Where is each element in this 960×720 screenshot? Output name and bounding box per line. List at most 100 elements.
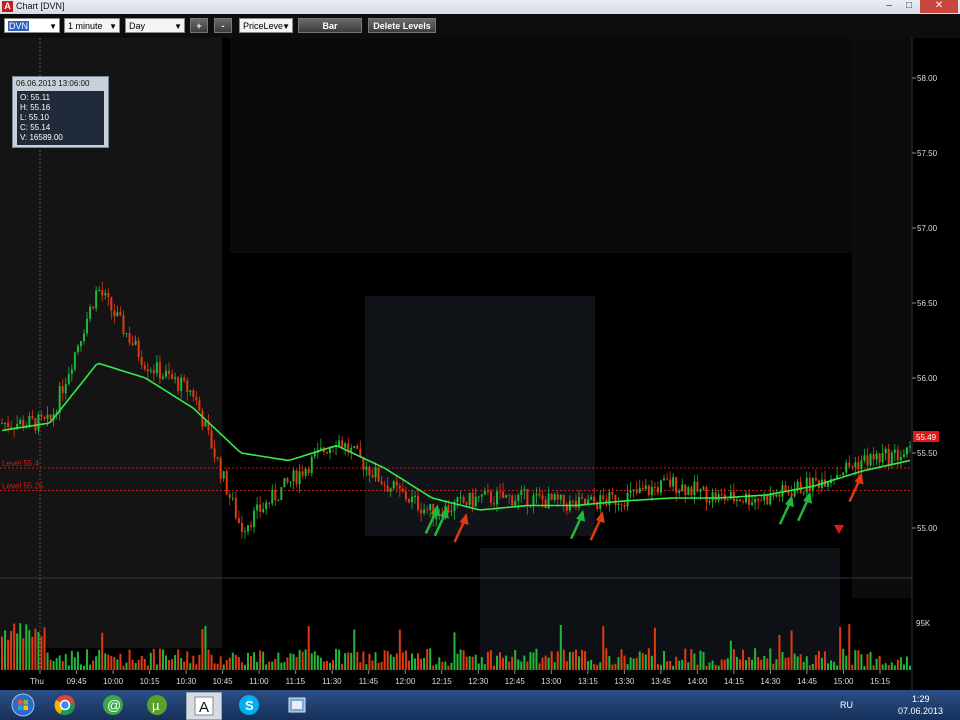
time-tick-label: 10:45: [213, 677, 234, 686]
volume-bar: [909, 665, 911, 670]
svg-text:S: S: [245, 698, 254, 713]
chart-area[interactable]: 58.00 57.50 57.00 56.50 56.00 55.50 55.00 Leve…: [0, 38, 960, 690]
skype-taskbar-button[interactable]: S: [232, 692, 266, 718]
interval-select[interactable]: 1 minute ▼: [64, 18, 120, 33]
volume-bar: [699, 650, 702, 670]
candle-body: [544, 499, 547, 509]
candle-body: [216, 457, 219, 459]
volume-bar: [890, 662, 893, 670]
candle-body: [174, 377, 177, 379]
volume-bar: [122, 665, 125, 670]
files-taskbar-button[interactable]: [280, 692, 314, 718]
last-price-label: 55.49: [916, 433, 937, 442]
volume-bar: [732, 649, 735, 670]
volume-bar: [365, 664, 368, 670]
volume-bar: [778, 635, 781, 670]
volume-bar: [453, 632, 456, 670]
volume-bar: [851, 664, 854, 670]
candle-body: [508, 495, 511, 497]
volume-bar: [183, 661, 186, 670]
volume-bar: [1, 636, 3, 670]
volume-bar: [672, 665, 675, 670]
volume-bar: [259, 650, 262, 670]
volume-bar: [690, 649, 693, 670]
candle-body: [477, 496, 480, 498]
volume-bar: [377, 662, 380, 670]
volume-bar: [696, 664, 699, 670]
price-chart[interactable]: 58.00 57.50 57.00 56.50 56.00 55.50 55.00 Leve…: [0, 38, 960, 690]
minimize-button[interactable]: –: [880, 0, 898, 13]
volume-bar: [884, 663, 887, 670]
volume-bar: [611, 664, 614, 670]
volume-bar: [10, 630, 13, 670]
candle-body: [389, 488, 392, 492]
candle-body: [250, 525, 253, 527]
volume-bar: [201, 628, 204, 670]
volume-bar: [678, 660, 681, 670]
volume-bar: [225, 660, 228, 670]
candle-body: [814, 477, 817, 481]
candle-body: [896, 449, 899, 461]
candle-body: [107, 293, 110, 298]
candle-body: [256, 504, 259, 511]
volume-bar: [137, 660, 140, 670]
bar-type-button[interactable]: Bar: [298, 18, 362, 33]
candle-body: [237, 518, 240, 523]
time-tick-label: 12:30: [468, 677, 489, 686]
a-app-taskbar-button[interactable]: A: [186, 692, 222, 720]
candle-body: [319, 447, 322, 450]
candle-body: [893, 449, 896, 453]
candle-body: [37, 414, 40, 431]
at-taskbar-button[interactable]: @: [96, 692, 130, 718]
utorrent-taskbar-button[interactable]: µ: [140, 692, 174, 718]
maximize-button[interactable]: □: [900, 0, 918, 13]
delete-levels-button[interactable]: Delete Levels: [368, 18, 436, 33]
volume-bar: [262, 651, 265, 670]
volume-bar: [140, 656, 143, 670]
start-button[interactable]: [6, 692, 40, 718]
candle-body: [76, 346, 79, 353]
volume-bar: [389, 654, 392, 670]
range-select[interactable]: Day ▼: [125, 18, 185, 33]
candle-body: [104, 293, 107, 296]
candle-body: [304, 469, 307, 476]
clock-time[interactable]: 1:29: [912, 694, 930, 704]
time-tick-label: 11:00: [249, 677, 269, 686]
candle-body: [110, 297, 113, 311]
candle-body: [116, 312, 119, 317]
volume-bar: [729, 640, 732, 670]
candle-body: [417, 495, 420, 510]
candle-body: [489, 491, 492, 503]
volume-bar: [775, 659, 778, 670]
volume-bar: [854, 650, 857, 670]
candle-body: [556, 494, 559, 500]
candle-body: [581, 497, 584, 499]
volume-bar: [344, 653, 347, 670]
candle-body: [699, 489, 702, 492]
candle-body: [140, 356, 143, 366]
volume-bar: [213, 663, 216, 670]
volume-bar: [383, 650, 386, 670]
language-indicator[interactable]: RU: [840, 700, 853, 710]
clock-date[interactable]: 07.06.2013: [898, 706, 943, 716]
mode-select[interactable]: PriceLeve ▼: [239, 18, 293, 33]
mode-value: PriceLeve: [243, 21, 284, 31]
zoom-out-button[interactable]: -: [214, 18, 232, 33]
volume-bar: [814, 655, 817, 670]
zoom-in-button[interactable]: +: [190, 18, 208, 33]
close-button[interactable]: ✕: [920, 0, 958, 13]
volume-bar: [268, 661, 271, 670]
candle-body: [690, 487, 693, 496]
candle-body: [407, 499, 410, 503]
time-tick-label: 15:15: [870, 677, 891, 686]
volume-bar: [322, 661, 325, 670]
candle-body: [799, 481, 802, 493]
volume-bar: [577, 656, 580, 670]
symbol-input[interactable]: DVN ▼: [4, 18, 60, 33]
volume-bar: [459, 649, 462, 670]
time-tick-label: 12:00: [395, 677, 416, 686]
chrome-taskbar-button[interactable]: [48, 692, 82, 718]
candle-body: [180, 377, 183, 392]
volume-bar: [799, 654, 802, 670]
volume-bar: [836, 665, 839, 670]
